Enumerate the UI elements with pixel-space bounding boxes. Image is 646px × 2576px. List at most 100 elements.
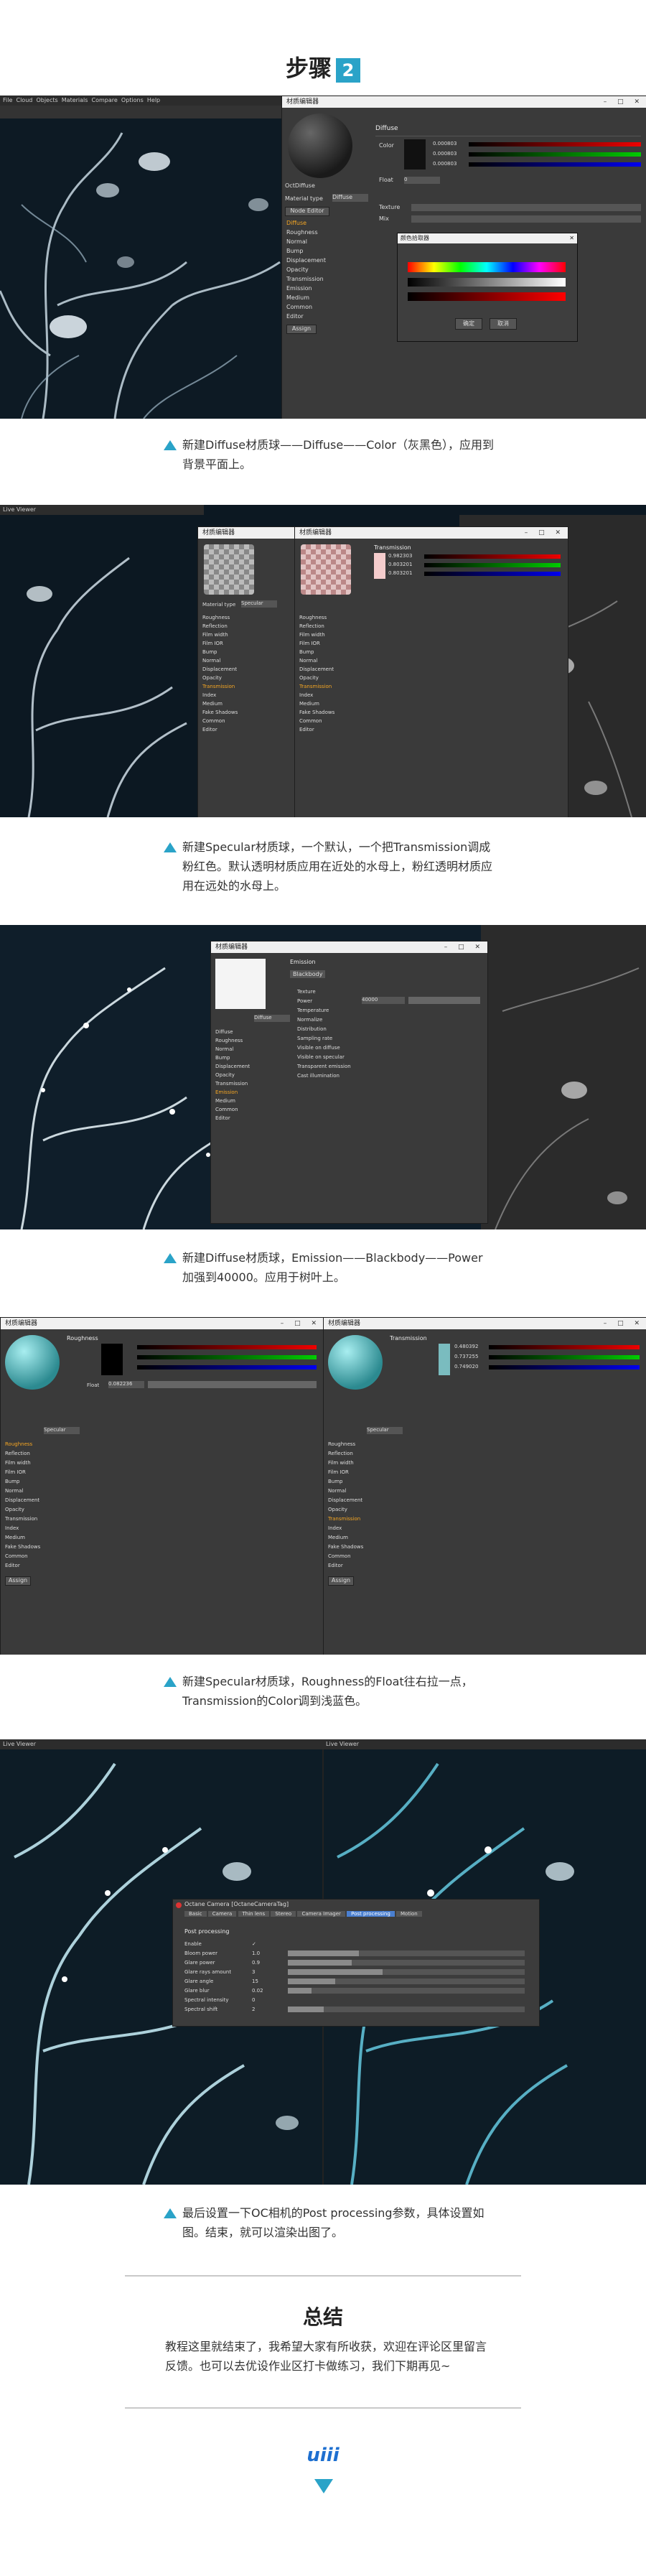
channel-item[interactable]: Roughness <box>215 1036 250 1045</box>
channel-item[interactable]: Editor <box>299 725 334 734</box>
spectral-shift-slider[interactable] <box>288 2007 525 2012</box>
channel-item[interactable]: Diffuse <box>215 1028 250 1036</box>
menu-materials[interactable]: Materials <box>62 97 88 103</box>
channel-item[interactable]: Common <box>202 717 238 725</box>
channel-item[interactable]: Index <box>328 1524 363 1533</box>
channel-item[interactable]: Medium <box>328 1533 363 1543</box>
channel-item[interactable]: Fake Shadows <box>202 708 238 717</box>
channel-item[interactable]: Roughness <box>202 613 238 622</box>
material-type-select[interactable]: Diffuse <box>332 194 368 202</box>
render-viewport[interactable] <box>0 118 287 419</box>
channel-item[interactable]: Displacement <box>5 1496 40 1505</box>
b-value[interactable]: 0.000803 <box>433 161 457 167</box>
channel-item[interactable]: Common <box>286 302 326 312</box>
material-type-select[interactable]: Specular <box>44 1427 80 1434</box>
value-slider[interactable] <box>408 292 566 301</box>
channel-item[interactable]: Bump <box>286 246 326 256</box>
power-slider[interactable] <box>408 997 480 1004</box>
channel-item[interactable]: Transmission <box>202 682 238 691</box>
hue-spectrum[interactable] <box>408 262 566 272</box>
field-value[interactable]: 0.9 <box>252 1958 263 1968</box>
g-slider[interactable] <box>489 1355 640 1359</box>
channel-item[interactable]: Displacement <box>202 665 238 674</box>
material-type-select[interactable]: Diffuse <box>254 1015 290 1022</box>
menu-compare[interactable]: Compare <box>92 97 118 103</box>
g-value[interactable]: 0.803201 <box>388 562 412 567</box>
channel-item[interactable]: Index <box>5 1524 40 1533</box>
channel-item[interactable]: Editor <box>5 1561 40 1571</box>
channel-item[interactable]: Editor <box>215 1114 250 1122</box>
assign-button[interactable]: Assign <box>5 1576 31 1586</box>
close-icon[interactable]: ✕ <box>569 235 574 241</box>
g-value[interactable]: 0.737255 <box>454 1354 478 1359</box>
channel-item[interactable]: Film width <box>202 631 238 639</box>
channel-item[interactable]: Medium <box>202 699 238 708</box>
g-value[interactable]: 0.000803 <box>433 151 457 157</box>
r-value[interactable]: 0.480392 <box>454 1344 478 1349</box>
channel-item[interactable]: Bump <box>5 1477 40 1487</box>
color-swatch[interactable] <box>404 139 426 169</box>
channel-item[interactable]: Roughness <box>299 613 334 622</box>
tab-motion[interactable]: Motion <box>396 1911 422 1917</box>
texture-slot[interactable] <box>411 204 641 211</box>
channel-item[interactable]: Common <box>299 717 334 725</box>
channel-item[interactable]: Common <box>215 1105 250 1114</box>
channel-item[interactable]: Normal <box>299 656 334 665</box>
channel-item[interactable]: Reflection <box>328 1449 363 1459</box>
b-slider[interactable] <box>469 162 641 167</box>
channel-item[interactable]: Medium <box>215 1097 250 1105</box>
channel-item[interactable]: Opacity <box>215 1071 250 1079</box>
channel-item[interactable]: Index <box>202 691 238 699</box>
material-type-select[interactable]: Specular <box>367 1427 403 1434</box>
b-value[interactable]: 0.749020 <box>454 1364 478 1370</box>
channel-item[interactable]: Common <box>5 1552 40 1561</box>
r-slider[interactable] <box>137 1345 317 1349</box>
color-swatch[interactable] <box>374 553 385 579</box>
field-value[interactable]: 2 <box>252 2005 263 2014</box>
channel-item[interactable]: Film IOR <box>328 1468 363 1477</box>
assign-button[interactable]: Assign <box>328 1576 354 1586</box>
channel-item[interactable]: Film IOR <box>299 639 334 648</box>
channel-item[interactable]: Transmission <box>328 1515 363 1524</box>
r-slider[interactable] <box>489 1345 640 1349</box>
channel-item[interactable]: Index <box>299 691 334 699</box>
channel-item[interactable]: Transmission <box>299 682 334 691</box>
channel-item[interactable]: Transmission <box>5 1515 40 1524</box>
channel-item[interactable]: Emission <box>286 284 326 293</box>
channel-item[interactable]: Bump <box>215 1054 250 1062</box>
ok-button[interactable]: 确定 <box>455 318 482 330</box>
channel-item[interactable]: Reflection <box>299 622 334 631</box>
channel-item[interactable]: Fake Shadows <box>299 708 334 717</box>
mix-slider[interactable] <box>411 215 641 223</box>
channel-item[interactable]: Displacement <box>286 256 326 265</box>
glare-rays-slider[interactable] <box>288 1969 525 1975</box>
menu-objects[interactable]: Objects <box>36 97 57 103</box>
assign-button[interactable]: Assign <box>286 325 317 334</box>
channel-item[interactable]: Common <box>328 1552 363 1561</box>
menu-options[interactable]: Options <box>121 97 144 103</box>
channel-item[interactable]: Opacity <box>202 674 238 682</box>
channel-item[interactable]: Opacity <box>299 674 334 682</box>
field-value[interactable]: 0 <box>252 1996 263 2005</box>
channel-item[interactable]: Diffuse <box>286 218 326 228</box>
r-slider[interactable] <box>424 554 561 559</box>
emission-type-button[interactable]: Blackbody <box>290 970 326 978</box>
channel-item[interactable]: Reflection <box>5 1449 40 1459</box>
channel-item[interactable]: Bump <box>202 648 238 656</box>
float-input[interactable]: 0 <box>404 177 440 184</box>
channel-item[interactable]: Film width <box>328 1459 363 1468</box>
channel-item[interactable]: Roughness <box>5 1440 40 1449</box>
channel-item[interactable]: Transmission <box>215 1079 250 1088</box>
float-slider[interactable] <box>148 1381 317 1388</box>
material-type-select[interactable]: Specular <box>241 600 277 608</box>
channel-item[interactable]: Normal <box>5 1487 40 1496</box>
tab-basic[interactable]: Basic <box>184 1911 207 1917</box>
tab-stereo[interactable]: Stereo <box>271 1911 296 1917</box>
channel-item[interactable]: Film width <box>5 1459 40 1468</box>
channel-item[interactable]: Fake Shadows <box>5 1543 40 1552</box>
bloom-slider[interactable] <box>288 1950 525 1956</box>
menu-cloud[interactable]: Cloud <box>16 97 32 103</box>
b-slider[interactable] <box>424 572 561 576</box>
channel-item[interactable]: Roughness <box>286 228 326 237</box>
g-slider[interactable] <box>469 152 641 157</box>
